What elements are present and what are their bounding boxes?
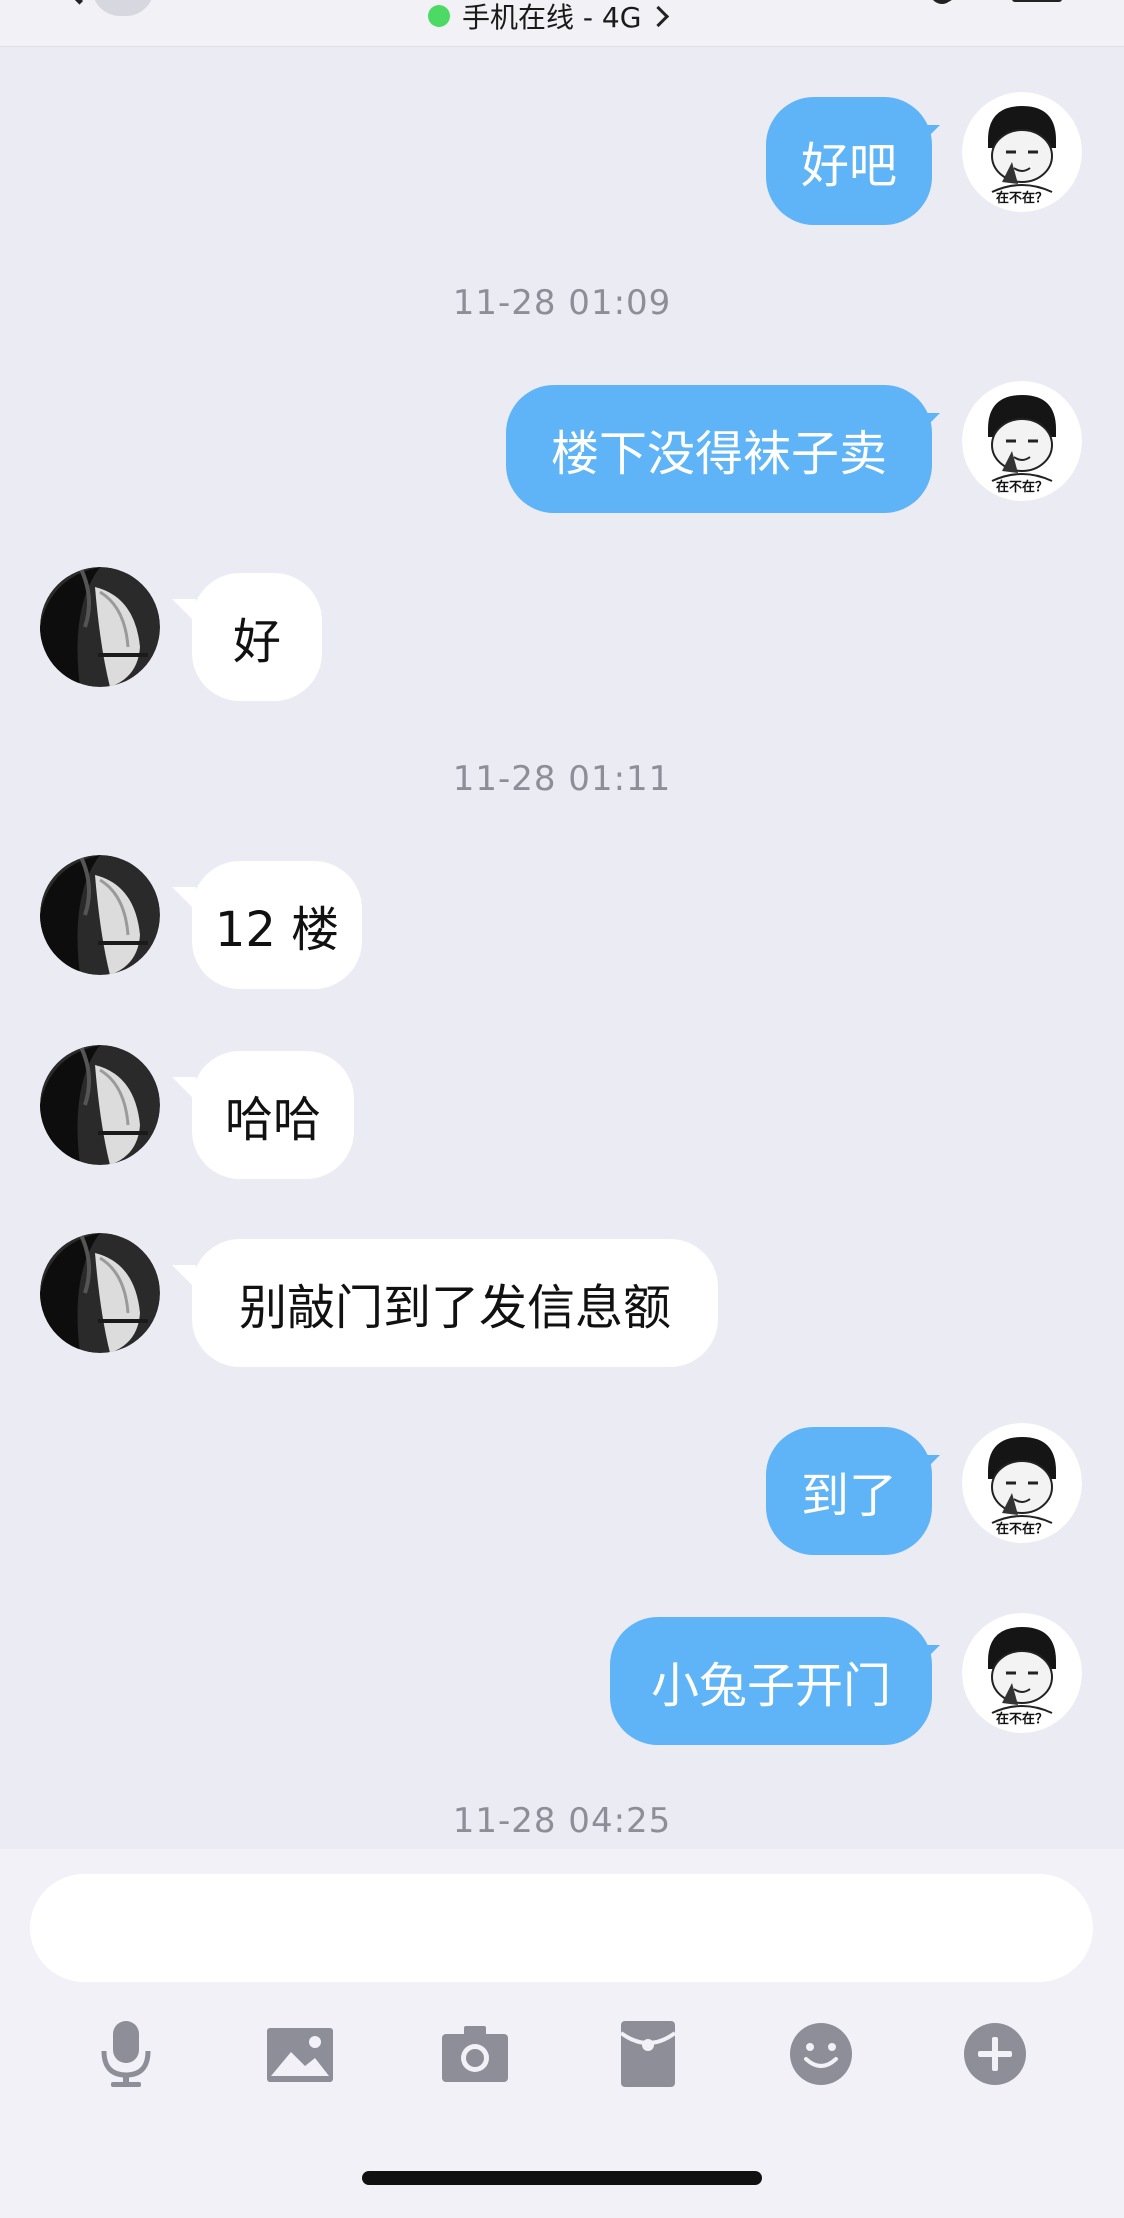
contact-avatar[interactable] bbox=[40, 1045, 160, 1165]
online-status-text: 手机在线 - 4G bbox=[462, 1, 642, 34]
voice-button[interactable] bbox=[86, 2014, 166, 2094]
message-bubble[interactable]: 12 楼 bbox=[192, 861, 362, 989]
contact-avatar[interactable] bbox=[40, 1233, 160, 1353]
input-panel bbox=[0, 1849, 1124, 2218]
red-packet-button[interactable] bbox=[608, 2014, 688, 2094]
message-bubble[interactable]: 小兔子开门 bbox=[610, 1617, 932, 1745]
message-timestamp: 11-28 01:11 bbox=[452, 759, 672, 799]
plus-icon bbox=[964, 2023, 1026, 2085]
microphone-icon bbox=[101, 2021, 151, 2087]
camera-button[interactable] bbox=[435, 2014, 515, 2094]
more-button[interactable] bbox=[955, 2014, 1035, 2094]
svg-text:在不在？: 在不在？ bbox=[996, 1521, 1048, 1537]
menu-button[interactable] bbox=[1012, 0, 1062, 2]
home-indicator bbox=[362, 2171, 762, 2185]
chat-header: 手机在线 - 4G bbox=[0, 0, 1124, 47]
online-dot-icon bbox=[428, 5, 450, 27]
svg-text:在不在？: 在不在？ bbox=[996, 1711, 1048, 1727]
message-bubble[interactable]: 楼下没得袜子卖 bbox=[506, 385, 932, 513]
emoji-button[interactable] bbox=[781, 2014, 861, 2094]
image-icon bbox=[267, 2028, 333, 2082]
back-button[interactable] bbox=[40, 0, 160, 16]
message-bubble[interactable]: 好吧 bbox=[766, 97, 932, 225]
message-bubble[interactable]: 好 bbox=[192, 573, 322, 701]
my-avatar[interactable]: 在不在？ bbox=[962, 1613, 1082, 1733]
image-button[interactable] bbox=[260, 2014, 340, 2094]
chevron-right-icon bbox=[648, 5, 670, 27]
unread-count-badge bbox=[92, 0, 154, 16]
back-chevron-icon bbox=[60, 0, 99, 5]
red-packet-icon bbox=[619, 2021, 677, 2087]
camera-icon bbox=[442, 2026, 508, 2082]
message-input[interactable] bbox=[30, 1874, 1093, 1982]
message-bubble[interactable]: 到了 bbox=[766, 1427, 932, 1555]
my-avatar[interactable]: 在不在？ bbox=[962, 92, 1082, 212]
contact-avatar[interactable] bbox=[40, 567, 160, 687]
phone-call-button[interactable] bbox=[920, 0, 964, 8]
my-avatar[interactable]: 在不在？ bbox=[962, 1423, 1082, 1543]
svg-text:在不在？: 在不在？ bbox=[996, 479, 1048, 495]
my-avatar[interactable]: 在不在？ bbox=[962, 381, 1082, 501]
emoji-icon bbox=[790, 2023, 852, 2085]
message-bubble[interactable]: 别敲门到了发信息额 bbox=[192, 1239, 718, 1367]
message-timestamp: 11-28 01:09 bbox=[452, 283, 672, 323]
contact-status[interactable]: 手机在线 - 4G bbox=[428, 0, 670, 36]
message-bubble[interactable]: 哈哈 bbox=[192, 1051, 354, 1179]
message-list[interactable]: 在不在？ 好吧 11-28 01:09 在不在？ 楼下没得袜子卖 好 11-28… bbox=[0, 47, 1124, 1849]
message-timestamp: 11-28 04:25 bbox=[452, 1801, 672, 1841]
svg-text:在不在？: 在不在？ bbox=[996, 190, 1048, 206]
contact-avatar[interactable] bbox=[40, 855, 160, 975]
